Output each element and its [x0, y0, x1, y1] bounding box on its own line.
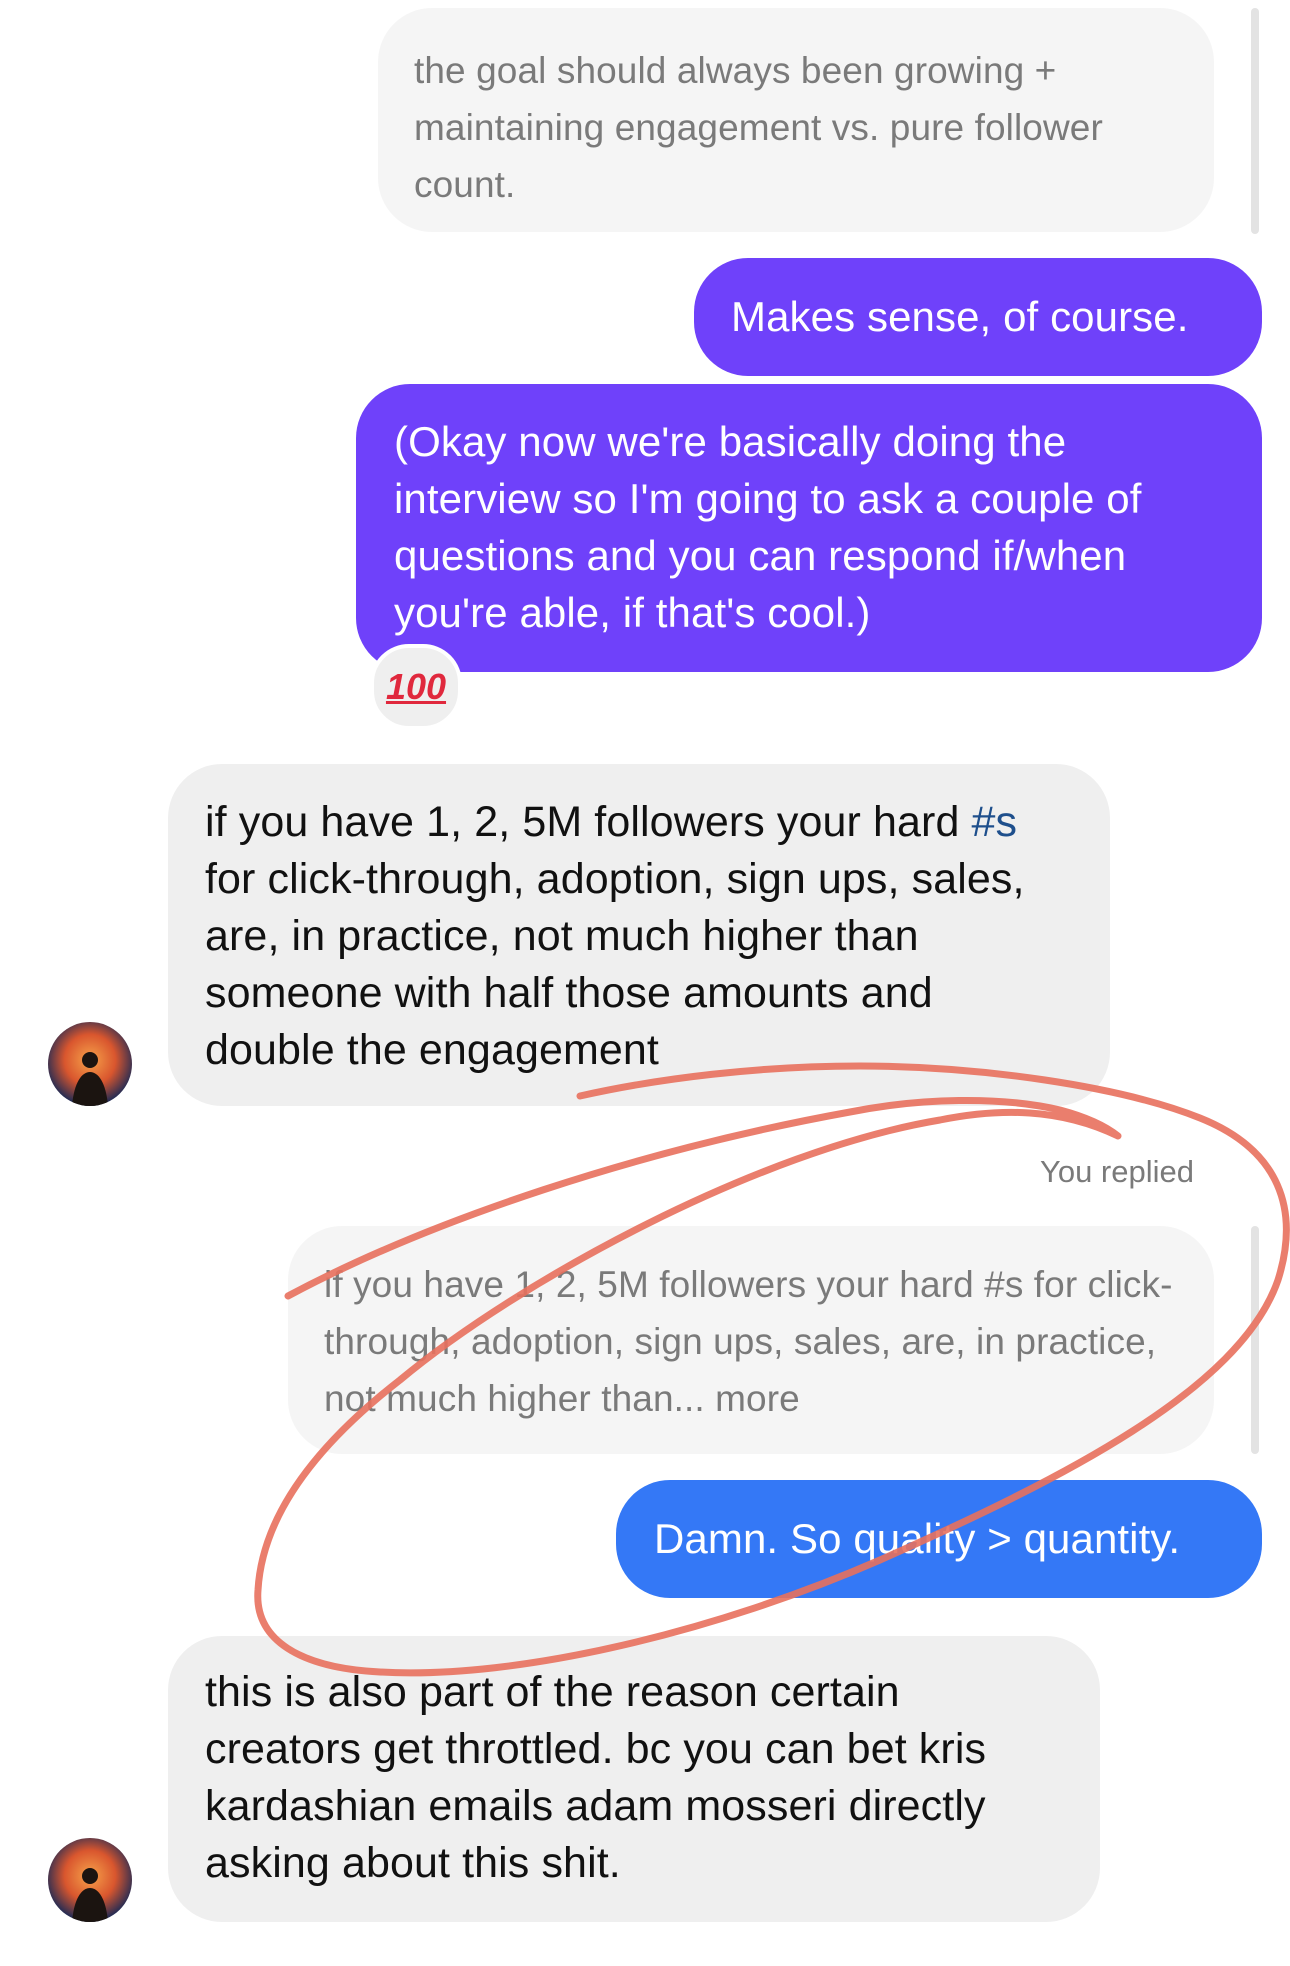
quoted-message[interactable]: the goal should always been growing + ma… [378, 8, 1214, 232]
outgoing-message[interactable]: Makes sense, of course. [694, 258, 1262, 376]
quoted-message-text: the goal should always been growing + ma… [414, 50, 1103, 205]
contact-avatar-image [48, 1838, 132, 1922]
quoted-message[interactable]: if you have 1, 2, 5M followers your hard… [288, 1226, 1214, 1454]
message-text: if you have 1, 2, 5M followers your hard [205, 798, 972, 846]
incoming-message[interactable]: if you have 1, 2, 5M followers your hard… [168, 764, 1110, 1106]
incoming-message[interactable]: this is also part of the reason certain … [168, 1636, 1100, 1922]
contact-avatar[interactable] [48, 1022, 132, 1106]
message-text: this is also part of the reason certain … [205, 1668, 987, 1887]
outgoing-message[interactable]: (Okay now we're basically doing the inte… [356, 384, 1262, 672]
message-text: Makes sense, of course. [731, 293, 1189, 340]
quoted-message-text: if you have 1, 2, 5M followers your hard… [324, 1264, 1173, 1419]
you-replied-label: You replied [1040, 1154, 1194, 1189]
quote-divider-bar [1251, 8, 1259, 234]
quote-divider-bar [1251, 1226, 1259, 1454]
message-text: Damn. So quality > quantity. [654, 1515, 1181, 1562]
hashtag-link[interactable]: #s [972, 798, 1018, 846]
contact-avatar[interactable] [48, 1838, 132, 1922]
hundred-points-reaction-icon[interactable]: 100 [370, 644, 462, 730]
contact-avatar-image [48, 1022, 132, 1106]
message-text: (Okay now we're basically doing the inte… [394, 418, 1142, 636]
message-text: for click-through, adoption, sign ups, s… [205, 855, 1025, 1074]
reaction-label: 100 [385, 666, 447, 707]
outgoing-message[interactable]: Damn. So quality > quantity. [616, 1480, 1262, 1598]
